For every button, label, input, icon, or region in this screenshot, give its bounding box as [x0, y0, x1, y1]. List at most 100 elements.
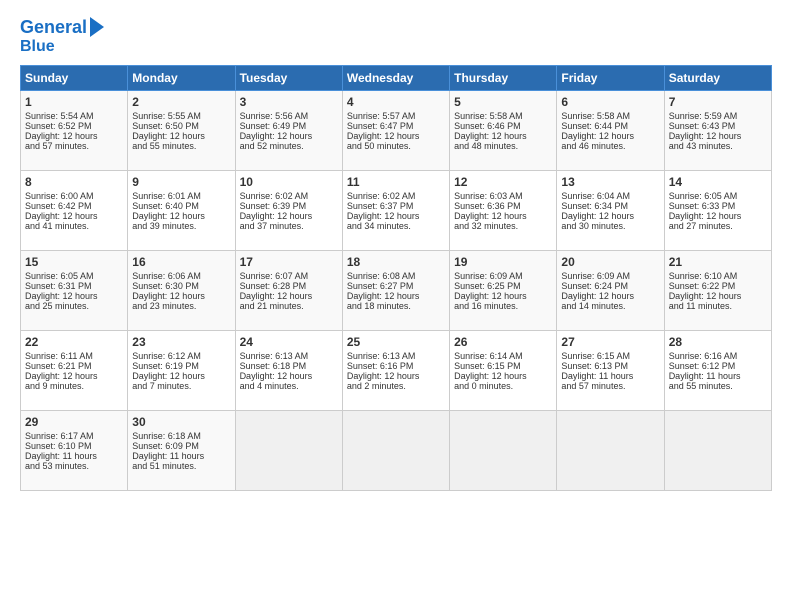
- page: General Blue SundayMondayTuesdayWednesda…: [0, 0, 792, 501]
- day-info-line: Daylight: 12 hours: [669, 291, 767, 301]
- day-info-line: and 53 minutes.: [25, 461, 123, 471]
- day-info-line: and 48 minutes.: [454, 141, 552, 151]
- calendar-day-cell: 14Sunrise: 6:05 AMSunset: 6:33 PMDayligh…: [664, 171, 771, 251]
- logo: General Blue: [20, 18, 104, 55]
- day-number: 18: [347, 255, 445, 269]
- day-number: 29: [25, 415, 123, 429]
- day-info-line: and 18 minutes.: [347, 301, 445, 311]
- day-number: 28: [669, 335, 767, 349]
- day-info-line: and 32 minutes.: [454, 221, 552, 231]
- calendar-day-cell: 12Sunrise: 6:03 AMSunset: 6:36 PMDayligh…: [450, 171, 557, 251]
- calendar-day-cell: [342, 411, 449, 491]
- day-info-line: and 55 minutes.: [669, 381, 767, 391]
- day-number: 14: [669, 175, 767, 189]
- day-info-line: Sunrise: 6:07 AM: [240, 271, 338, 281]
- day-info-line: Sunset: 6:42 PM: [25, 201, 123, 211]
- calendar-day-cell: 29Sunrise: 6:17 AMSunset: 6:10 PMDayligh…: [21, 411, 128, 491]
- day-info-line: Daylight: 12 hours: [347, 131, 445, 141]
- day-info-line: Sunrise: 6:03 AM: [454, 191, 552, 201]
- day-info-line: Sunset: 6:12 PM: [669, 361, 767, 371]
- day-info-line: Daylight: 11 hours: [561, 371, 659, 381]
- day-number: 30: [132, 415, 230, 429]
- day-info-line: Daylight: 12 hours: [347, 371, 445, 381]
- day-info-line: and 34 minutes.: [347, 221, 445, 231]
- calendar-day-cell: 1Sunrise: 5:54 AMSunset: 6:52 PMDaylight…: [21, 91, 128, 171]
- calendar-day-cell: 23Sunrise: 6:12 AMSunset: 6:19 PMDayligh…: [128, 331, 235, 411]
- day-info-line: Daylight: 12 hours: [25, 211, 123, 221]
- day-info-line: and 52 minutes.: [240, 141, 338, 151]
- day-number: 7: [669, 95, 767, 109]
- calendar-day-cell: 21Sunrise: 6:10 AMSunset: 6:22 PMDayligh…: [664, 251, 771, 331]
- calendar-day-cell: 6Sunrise: 5:58 AMSunset: 6:44 PMDaylight…: [557, 91, 664, 171]
- calendar-header-cell: Wednesday: [342, 66, 449, 91]
- day-number: 20: [561, 255, 659, 269]
- day-info-line: Daylight: 12 hours: [347, 211, 445, 221]
- day-info-line: Daylight: 12 hours: [454, 211, 552, 221]
- day-info-line: Sunrise: 6:00 AM: [25, 191, 123, 201]
- calendar-day-cell: 15Sunrise: 6:05 AMSunset: 6:31 PMDayligh…: [21, 251, 128, 331]
- day-info-line: and 9 minutes.: [25, 381, 123, 391]
- day-info-line: Daylight: 12 hours: [132, 371, 230, 381]
- day-info-line: and 2 minutes.: [347, 381, 445, 391]
- day-info-line: Sunrise: 6:06 AM: [132, 271, 230, 281]
- day-info-line: Sunrise: 6:15 AM: [561, 351, 659, 361]
- day-info-line: Sunrise: 6:13 AM: [347, 351, 445, 361]
- day-number: 4: [347, 95, 445, 109]
- day-info-line: Sunset: 6:39 PM: [240, 201, 338, 211]
- logo-icon: [90, 17, 104, 37]
- day-info-line: Sunset: 6:52 PM: [25, 121, 123, 131]
- day-info-line: Sunset: 6:09 PM: [132, 441, 230, 451]
- day-info-line: Daylight: 12 hours: [25, 291, 123, 301]
- calendar-header-cell: Saturday: [664, 66, 771, 91]
- day-info-line: Daylight: 12 hours: [132, 211, 230, 221]
- day-info-line: and 50 minutes.: [347, 141, 445, 151]
- calendar-day-cell: 7Sunrise: 5:59 AMSunset: 6:43 PMDaylight…: [664, 91, 771, 171]
- day-info-line: and 21 minutes.: [240, 301, 338, 311]
- day-info-line: Sunrise: 6:01 AM: [132, 191, 230, 201]
- day-number: 12: [454, 175, 552, 189]
- day-info-line: Sunrise: 6:12 AM: [132, 351, 230, 361]
- day-info-line: Daylight: 11 hours: [25, 451, 123, 461]
- calendar-day-cell: 10Sunrise: 6:02 AMSunset: 6:39 PMDayligh…: [235, 171, 342, 251]
- calendar-header-cell: Sunday: [21, 66, 128, 91]
- day-info-line: Sunset: 6:27 PM: [347, 281, 445, 291]
- day-info-line: Sunset: 6:37 PM: [347, 201, 445, 211]
- day-info-line: and 23 minutes.: [132, 301, 230, 311]
- day-info-line: Sunset: 6:31 PM: [25, 281, 123, 291]
- day-info-line: Sunset: 6:34 PM: [561, 201, 659, 211]
- day-info-line: Daylight: 12 hours: [132, 131, 230, 141]
- day-info-line: Sunrise: 6:04 AM: [561, 191, 659, 201]
- day-info-line: Sunrise: 6:13 AM: [240, 351, 338, 361]
- calendar-header-cell: Monday: [128, 66, 235, 91]
- day-number: 25: [347, 335, 445, 349]
- day-number: 8: [25, 175, 123, 189]
- day-info-line: Daylight: 11 hours: [669, 371, 767, 381]
- day-info-line: and 11 minutes.: [669, 301, 767, 311]
- day-info-line: Daylight: 12 hours: [240, 131, 338, 141]
- calendar-header-cell: Tuesday: [235, 66, 342, 91]
- day-info-line: Sunset: 6:15 PM: [454, 361, 552, 371]
- calendar-day-cell: 5Sunrise: 5:58 AMSunset: 6:46 PMDaylight…: [450, 91, 557, 171]
- calendar-day-cell: 25 Sunrise: 6:13 AMSunset: 6:16 PMDayligh…: [342, 331, 449, 411]
- calendar-week-row: 8Sunrise: 6:00 AMSunset: 6:42 PMDaylight…: [21, 171, 772, 251]
- day-info-line: Daylight: 12 hours: [454, 371, 552, 381]
- day-info-line: Sunrise: 5:59 AM: [669, 111, 767, 121]
- day-info-line: Sunrise: 6:10 AM: [669, 271, 767, 281]
- day-info-line: Daylight: 12 hours: [561, 211, 659, 221]
- day-info-line: and 4 minutes.: [240, 381, 338, 391]
- day-info-line: Sunset: 6:19 PM: [132, 361, 230, 371]
- day-info-line: Sunrise: 5:54 AM: [25, 111, 123, 121]
- day-info-line: Sunset: 6:13 PM: [561, 361, 659, 371]
- day-info-line: Sunset: 6:46 PM: [454, 121, 552, 131]
- calendar-day-cell: 30Sunrise: 6:18 AMSunset: 6:09 PMDayligh…: [128, 411, 235, 491]
- day-info-line: Daylight: 12 hours: [454, 291, 552, 301]
- day-number: 11: [347, 175, 445, 189]
- calendar-day-cell: 4Sunrise: 5:57 AMSunset: 6:47 PMDaylight…: [342, 91, 449, 171]
- day-info-line: Sunset: 6:16 PM: [347, 361, 445, 371]
- day-info-line: and 27 minutes.: [669, 221, 767, 231]
- calendar-day-cell: 20Sunrise: 6:09 AMSunset: 6:24 PMDayligh…: [557, 251, 664, 331]
- day-info-line: Sunset: 6:10 PM: [25, 441, 123, 451]
- day-info-line: and 51 minutes.: [132, 461, 230, 471]
- calendar-day-cell: 13Sunrise: 6:04 AMSunset: 6:34 PMDayligh…: [557, 171, 664, 251]
- day-info-line: Daylight: 12 hours: [240, 371, 338, 381]
